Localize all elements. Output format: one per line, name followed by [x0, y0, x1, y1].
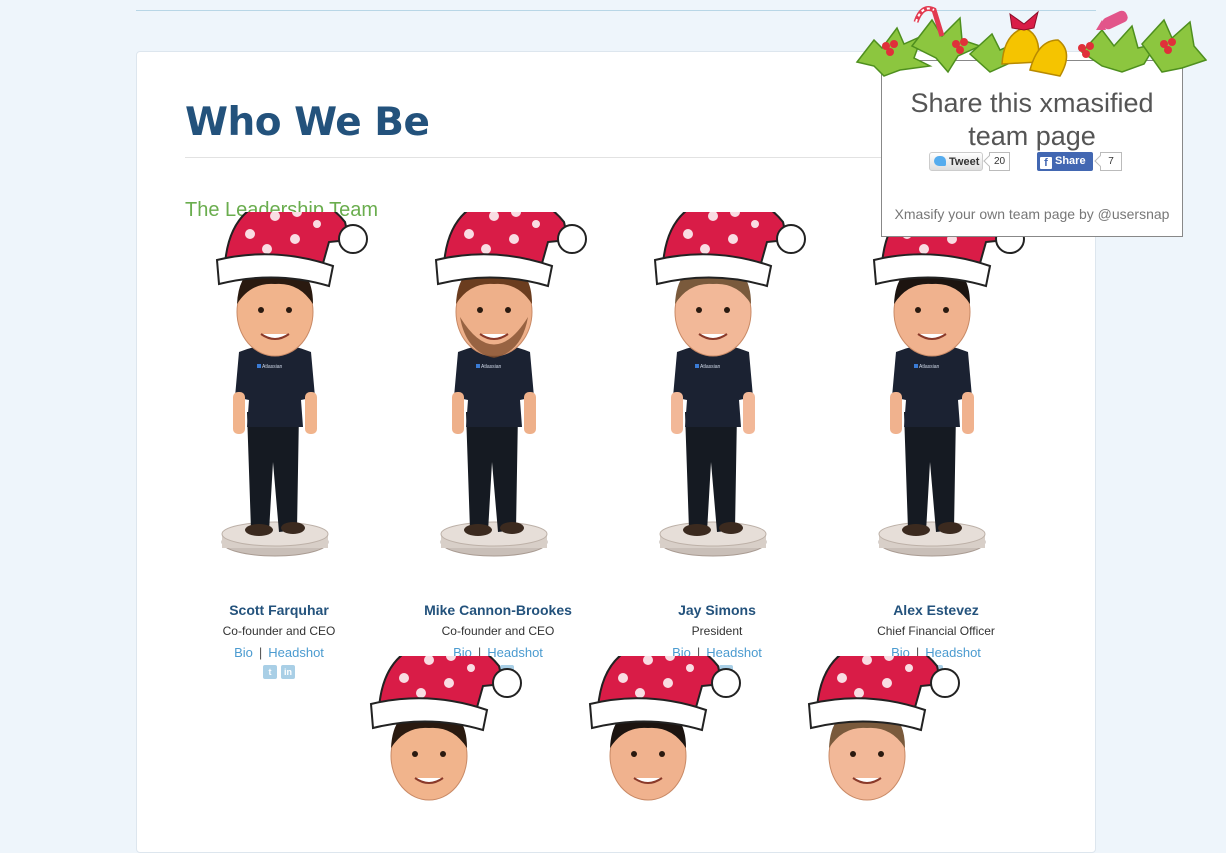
shirt-logo [257, 364, 261, 368]
facebook-share-button[interactable]: f Share [1037, 152, 1093, 171]
link-separator: | [258, 645, 263, 660]
bobblehead-figure: Atlassian [179, 212, 379, 602]
bobblehead-figure: Atlassian [398, 212, 598, 602]
member-role: Co-founder and CEO [222, 624, 336, 638]
shirt-logo-text: Atlassian [481, 364, 502, 370]
tweet-label: Tweet [949, 156, 980, 168]
linkedin-icon[interactable]: in [281, 665, 295, 679]
team-member-card: Atlassian Jay Simons President Bio | Headshot… [617, 212, 817, 681]
xmasify-credit[interactable]: Xmasify your own team page by @usersnap [882, 206, 1182, 222]
member-name[interactable]: Alex Estevez [836, 602, 1036, 618]
member-role: President [691, 624, 743, 638]
member-role: Co-founder and CEO [441, 624, 555, 638]
bobblehead-figure: Atlassian [617, 212, 817, 602]
bio-link[interactable]: Bio [234, 645, 253, 660]
bobblehead-figure [552, 656, 752, 806]
fb-share-count: 7 [1100, 152, 1122, 171]
team-member-card-partial [333, 656, 533, 806]
santa-hat [369, 656, 522, 732]
member-name[interactable]: Mike Cannon-Brookes [398, 602, 598, 618]
headshot-link[interactable]: Headshot [268, 645, 324, 660]
shirt-logo [476, 364, 480, 368]
tweet-button[interactable]: Tweet [929, 152, 983, 171]
team-member-card-partial [771, 656, 971, 806]
team-member-card: Atlassian Scott Farquhar Co-founder and CE… [179, 212, 379, 681]
santa-hat [215, 212, 368, 288]
share-widget: Share this xmasified team page Tweet 20 … [881, 60, 1183, 237]
tweet-count: 20 [989, 152, 1010, 171]
twitter-bird-icon [934, 156, 946, 166]
bobblehead-figure [333, 656, 533, 806]
team-member-card: Atlassian Mike Cannon-Brookes Co-founder a… [398, 212, 598, 681]
bobblehead-figure [771, 656, 971, 806]
holly-garland-decoration [855, 6, 1207, 77]
member-role: Chief Financial Officer [877, 624, 995, 638]
shirt-logo [914, 364, 918, 368]
santa-hat [434, 212, 587, 288]
team-member-card: Atlassian Alex Estevez Chief Financial Off… [836, 212, 1036, 681]
member-name[interactable]: Scott Farquhar [179, 602, 379, 618]
twitter-icon[interactable]: t [263, 665, 277, 679]
shirt-logo-text: Atlassian [700, 364, 721, 370]
team-member-card-partial [552, 656, 752, 806]
bobblehead-figure: Atlassian [836, 212, 1036, 602]
share-title: Share this xmasified team page [910, 88, 1154, 151]
member-name[interactable]: Jay Simons [617, 602, 817, 618]
facebook-icon: f [1040, 157, 1052, 169]
shirt-logo [695, 364, 699, 368]
santa-hat [807, 656, 960, 732]
santa-hat [588, 656, 741, 732]
fb-share-label: Share [1055, 155, 1086, 167]
page-title: Who We Be [185, 100, 430, 145]
santa-hat [653, 212, 806, 288]
shirt-logo-text: Atlassian [262, 364, 283, 370]
shirt-logo-text: Atlassian [919, 364, 940, 370]
